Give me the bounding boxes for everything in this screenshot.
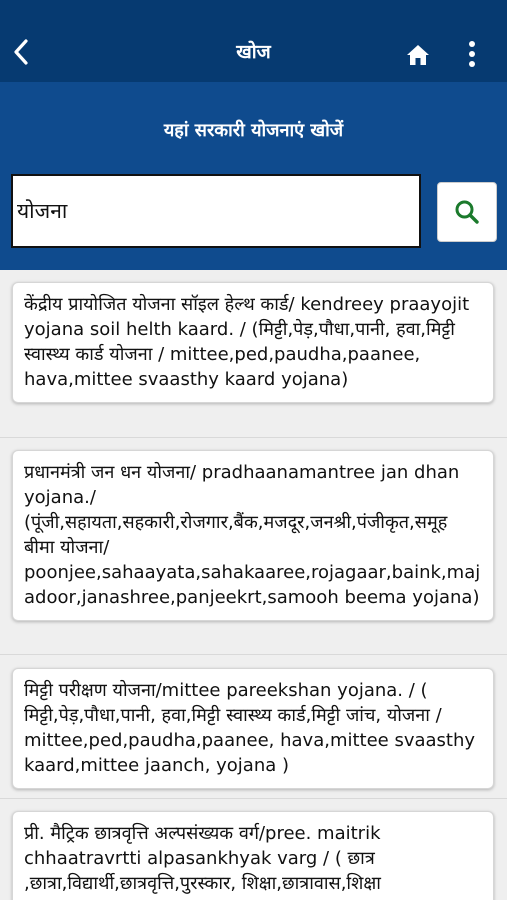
- divider: [0, 654, 507, 655]
- divider: [0, 798, 507, 799]
- result-card[interactable]: प्री. मैट्रिक छात्रवृत्ति अल्पसंख्यक वर्…: [12, 811, 494, 900]
- results-list: केंद्रीय प्रायोजित योजना सॉइल हेल्थ कार्…: [0, 270, 507, 900]
- search-input[interactable]: [11, 174, 421, 248]
- result-text: प्रधानमंत्री जन धन योजना/ pradhaanamantr…: [24, 462, 481, 608]
- overflow-menu-button[interactable]: [460, 36, 484, 72]
- home-icon: [407, 45, 429, 65]
- search-icon: [455, 200, 479, 224]
- app-bar: खोज: [0, 0, 507, 82]
- home-button[interactable]: [403, 40, 433, 70]
- result-text: केंद्रीय प्रायोजित योजना सॉइल हेल्थ कार्…: [24, 294, 470, 390]
- result-text: मिट्टी परीक्षण योजना/mittee pareekshan y…: [24, 680, 476, 776]
- search-button[interactable]: [437, 182, 497, 242]
- search-panel: यहां सरकारी योजनाएं खोजें: [0, 82, 507, 270]
- search-heading: यहां सरकारी योजनाएं खोजें: [163, 120, 344, 141]
- result-text: प्री. मैट्रिक छात्रवृत्ति अल्पसंख्यक वर्…: [24, 823, 381, 894]
- divider: [0, 437, 507, 438]
- result-card[interactable]: मिट्टी परीक्षण योजना/mittee pareekshan y…: [12, 668, 494, 789]
- result-card[interactable]: केंद्रीय प्रायोजित योजना सॉइल हेल्थ कार्…: [12, 282, 494, 403]
- more-vertical-icon: [469, 41, 475, 67]
- result-card[interactable]: प्रधानमंत्री जन धन योजना/ pradhaanamantr…: [12, 450, 494, 621]
